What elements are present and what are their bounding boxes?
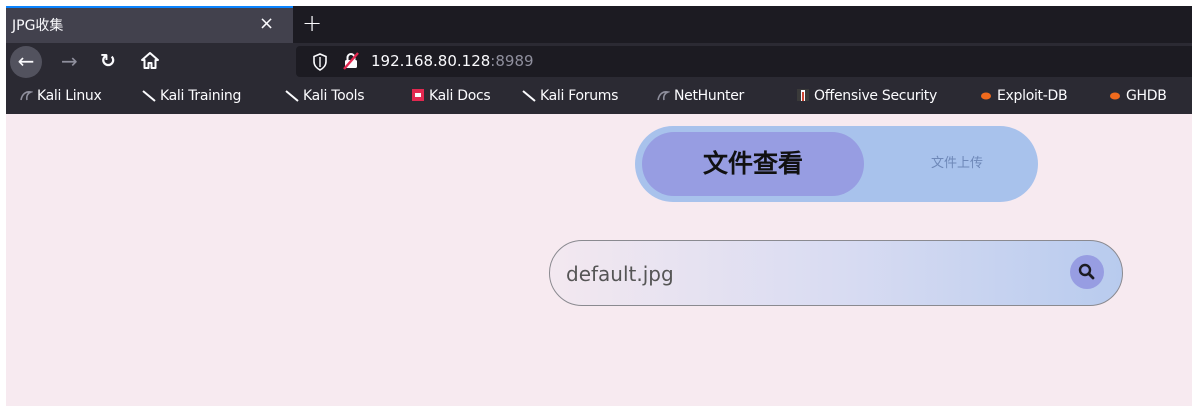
mode-switch: 文件查看 文件上传 <box>635 126 1038 202</box>
bookmark-label: Kali Linux <box>37 88 102 104</box>
kali-docs-icon <box>412 89 424 101</box>
bookmark-ghdb[interactable]: GHDB <box>1108 88 1167 104</box>
bookmark-kali-linux[interactable]: Kali Linux <box>19 88 102 104</box>
exploitdb-icon <box>981 92 991 100</box>
exploitdb-icon <box>1110 92 1120 100</box>
bookmark-kali-tools[interactable]: Kali Tools <box>285 88 365 104</box>
tab-title: JPG收集 <box>12 18 64 34</box>
home-icon[interactable] <box>140 51 160 71</box>
reload-button[interactable]: ↻ <box>100 49 116 73</box>
bookmark-label: Kali Docs <box>429 88 491 104</box>
url-text: 192.168.80.128:8989 <box>371 52 534 70</box>
bookmark-label: Kali Tools <box>303 88 365 104</box>
kali-dragon-icon <box>285 90 299 102</box>
reload-icon: ↻ <box>100 50 116 72</box>
search-input[interactable] <box>564 241 1048 307</box>
new-tab-button[interactable]: + <box>302 9 322 37</box>
bookmark-label: NetHunter <box>674 88 745 104</box>
kali-dragon-icon <box>142 90 156 102</box>
url-host: 192.168.80.128 <box>371 52 491 70</box>
address-bar[interactable]: 192.168.80.128:8989 <box>296 46 1192 77</box>
bookmark-exploit-db[interactable]: Exploit-DB <box>979 88 1068 104</box>
search-box <box>549 240 1123 307</box>
nethunter-icon <box>657 91 670 101</box>
tab-active[interactable]: JPG收集 × <box>6 6 293 43</box>
arrow-left-icon: ← <box>17 49 35 73</box>
page-content: 文件查看 文件上传 <box>6 114 1192 406</box>
search-button[interactable] <box>1070 255 1104 289</box>
bookmark-kali-training[interactable]: Kali Training <box>142 88 241 104</box>
bookmarks-toolbar: Kali Linux Kali Training Kali Tools Kali… <box>6 81 1192 114</box>
bookmark-label: Exploit-DB <box>997 88 1068 104</box>
tab-strip: JPG收集 × + <box>6 6 1192 43</box>
bookmark-offensive-security[interactable]: Offensive Security <box>796 88 937 104</box>
bookmark-kali-docs[interactable]: Kali Docs <box>411 88 491 104</box>
shield-icon[interactable] <box>312 53 328 71</box>
bookmark-label: GHDB <box>1126 88 1167 104</box>
bookmark-label: Kali Forums <box>540 88 619 104</box>
back-button[interactable]: ← <box>10 46 42 78</box>
bookmark-nethunter[interactable]: NetHunter <box>656 88 744 104</box>
bookmark-label: Offensive Security <box>814 88 937 104</box>
arrow-right-icon: → <box>61 49 78 73</box>
nav-bar: ← → ↻ 192.168.80.128:8989 <box>6 43 1192 81</box>
bookmark-kali-forums[interactable]: Kali Forums <box>522 88 618 104</box>
url-port: :8989 <box>490 52 534 70</box>
bookmark-label: Kali Training <box>160 88 242 104</box>
tab-file-view[interactable]: 文件查看 <box>642 132 864 196</box>
search-icon <box>1078 263 1095 280</box>
tab-file-upload[interactable]: 文件上传 <box>917 126 997 202</box>
close-icon[interactable]: × <box>259 14 274 34</box>
forward-button[interactable]: → <box>61 49 78 73</box>
browser-window: JPG收集 × + ← → ↻ 192.168.80.128:8989 Kali… <box>6 6 1192 406</box>
insecure-lock-icon[interactable] <box>342 52 360 70</box>
offsec-icon <box>797 89 809 101</box>
kali-dragon-icon <box>20 91 33 101</box>
kali-dragon-icon <box>522 90 536 102</box>
